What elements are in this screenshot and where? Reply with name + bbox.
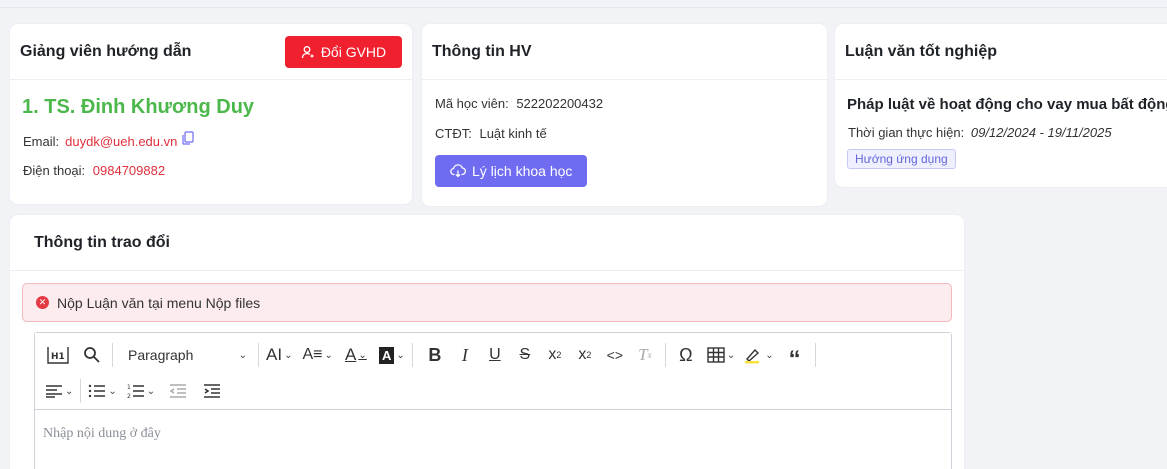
code-icon[interactable]: <> (600, 340, 630, 370)
editor-toolbar: H1 Paragraph ⌄ AI ⌄ A≡ ⌄ A ⌄ A ⌄ B I U S… (35, 333, 951, 410)
svg-text:2: 2 (127, 393, 131, 399)
copy-icon[interactable] (182, 130, 194, 145)
student-program: Luật kinh tế (479, 126, 547, 141)
chevron-down-icon: ⌄ (146, 385, 156, 397)
toolbar-separator (411, 343, 413, 367)
svg-text:1: 1 (127, 384, 131, 391)
student-card-title: Thông tin HV (432, 42, 532, 60)
advisor-card-header: Giảng viên hướng dẫn Đổi GVHD (10, 24, 412, 80)
error-icon: ✕ (36, 296, 49, 309)
cv-button-wrap: Lý lịch khoa học (435, 155, 827, 187)
thesis-card-title: Luận văn tốt nghiệp (845, 42, 997, 60)
align-left-icon[interactable]: ⌄ (43, 376, 75, 406)
chevron-down-icon: ⌄ (65, 385, 74, 397)
cv-button[interactable]: Lý lịch khoa học (435, 155, 588, 187)
indent-icon[interactable] (197, 376, 227, 406)
numbered-list-icon[interactable]: 1 2 ⌄ (125, 376, 157, 406)
thesis-card-header: Luận văn tốt nghiệp (835, 24, 1167, 80)
toolbar-row-1: H1 Paragraph ⌄ AI ⌄ A≡ ⌄ A ⌄ A ⌄ B I U S… (35, 336, 821, 374)
rich-text-editor: H1 Paragraph ⌄ AI ⌄ A≡ ⌄ A ⌄ A ⌄ B I U S… (34, 332, 952, 469)
advisor-name: 1. TS. Đinh Khương Duy (22, 96, 255, 118)
student-id-row: Mã học viên: 522202200432 (435, 96, 827, 111)
thesis-name: Pháp luật về hoạt động cho vay mua bất đ… (847, 96, 1167, 113)
toolbar-separator (80, 379, 82, 403)
underline-icon[interactable]: U (480, 340, 510, 370)
bulleted-list-icon[interactable]: ⌄ (86, 376, 118, 406)
top-strip (0, 0, 1167, 8)
toolbar-separator (112, 343, 113, 367)
chevron-down-icon: ⌄ (238, 349, 247, 361)
thesis-time-row: Thời gian thực hiện: 09/12/2024 - 19/11/… (848, 125, 1167, 140)
submit-alert: ✕ Nộp Luận văn tại menu Nộp files (22, 283, 952, 322)
find-replace-icon[interactable] (77, 340, 107, 370)
remove-format-icon[interactable]: Tx (630, 340, 660, 370)
toolbar-separator (258, 343, 259, 367)
font-size-icon[interactable]: AI ⌄ (264, 340, 294, 370)
editor-placeholder: Nhập nội dung ở đây (43, 426, 161, 441)
font-family-icon[interactable]: A≡ ⌄ (300, 340, 334, 370)
change-advisor-button[interactable]: Đổi GVHD (285, 35, 402, 68)
svg-text:H1: H1 (51, 352, 65, 362)
special-character-icon[interactable]: Ω (671, 340, 701, 370)
cv-button-label: Lý lịch khoa học (472, 163, 573, 179)
advisor-email-row: Email: duydk@ueh.edu.vn (23, 130, 412, 149)
user-icon (301, 45, 314, 58)
table-icon[interactable]: ⌄ (705, 340, 737, 370)
advisor-card: Giảng viên hướng dẫn Đổi GVHD 1. TS. Đin… (10, 24, 412, 204)
thesis-time: 09/12/2024 - 19/11/2025 (970, 125, 1112, 140)
background-color-icon[interactable]: A ⌄ (377, 340, 407, 370)
toolbar-separator (664, 343, 666, 367)
chevron-down-icon: ⌄ (108, 385, 117, 397)
paragraph-select-label: Paragraph (128, 347, 194, 363)
paragraph-select[interactable]: Paragraph ⌄ (118, 340, 253, 370)
toolbar-row-2: ⌄ ⌄ 1 2 ⌄ (35, 372, 227, 410)
heading-icon[interactable]: H1 (43, 340, 73, 370)
phone-label: Điện thoại: (23, 163, 86, 178)
subscript-icon[interactable]: x2 (540, 340, 570, 370)
italic-icon[interactable]: I (450, 340, 480, 370)
chevron-down-icon: ⌄ (284, 349, 293, 361)
highlight-icon[interactable]: ⌄ (741, 340, 775, 370)
student-card: Thông tin HV Mã học viên: 522202200432 C… (422, 24, 827, 206)
exchange-card: Thông tin trao đổi ✕ Nộp Luận văn tại me… (10, 215, 964, 469)
chevron-down-icon: ⌄ (324, 349, 333, 361)
program-label: CTĐT: (435, 126, 472, 141)
outdent-icon[interactable] (163, 376, 193, 406)
superscript-icon[interactable]: x2 (570, 340, 600, 370)
font-color-icon[interactable]: A ⌄ (341, 340, 371, 370)
cloud-download-icon (450, 164, 466, 178)
email-label: Email: (23, 134, 60, 149)
strikethrough-icon[interactable]: S (510, 340, 540, 370)
chevron-down-icon: ⌄ (358, 349, 367, 361)
student-program-row: CTĐT: Luật kinh tế (435, 126, 827, 141)
chevron-down-icon: ⌄ (726, 349, 736, 361)
student-id-label: Mã học viên: (435, 96, 509, 111)
advisor-phone-row: Điện thoại: 0984709882 (23, 163, 412, 178)
advisor-email[interactable]: duydk@ueh.edu.vn (65, 134, 177, 149)
exchange-card-header: Thông tin trao đổi (10, 215, 964, 271)
time-label: Thời gian thực hiện: (848, 125, 965, 140)
exchange-card-title: Thông tin trao đổi (34, 233, 170, 251)
thesis-tag-wrap: Hướng ứng dụng (847, 149, 1167, 169)
advisor-card-title: Giảng viên hướng dẫn (20, 42, 192, 60)
blockquote-icon[interactable]: “ (780, 340, 810, 372)
chevron-down-icon: ⌄ (765, 349, 774, 361)
alert-text: Nộp Luận văn tại menu Nộp files (57, 294, 261, 311)
student-id: 522202200432 (516, 96, 604, 111)
change-advisor-label: Đổi GVHD (320, 43, 387, 60)
bold-icon[interactable]: B (420, 340, 450, 370)
thesis-type-tag: Hướng ứng dụng (847, 149, 956, 169)
thesis-card: Luận văn tốt nghiệp Pháp luật về hoạt độ… (835, 24, 1167, 187)
student-card-header: Thông tin HV (422, 24, 827, 80)
toolbar-separator (814, 343, 816, 367)
advisor-phone: 0984709882 (92, 163, 166, 178)
chevron-down-icon: ⌄ (396, 349, 405, 361)
editor-content-area[interactable]: Nhập nội dung ở đây (35, 410, 951, 458)
